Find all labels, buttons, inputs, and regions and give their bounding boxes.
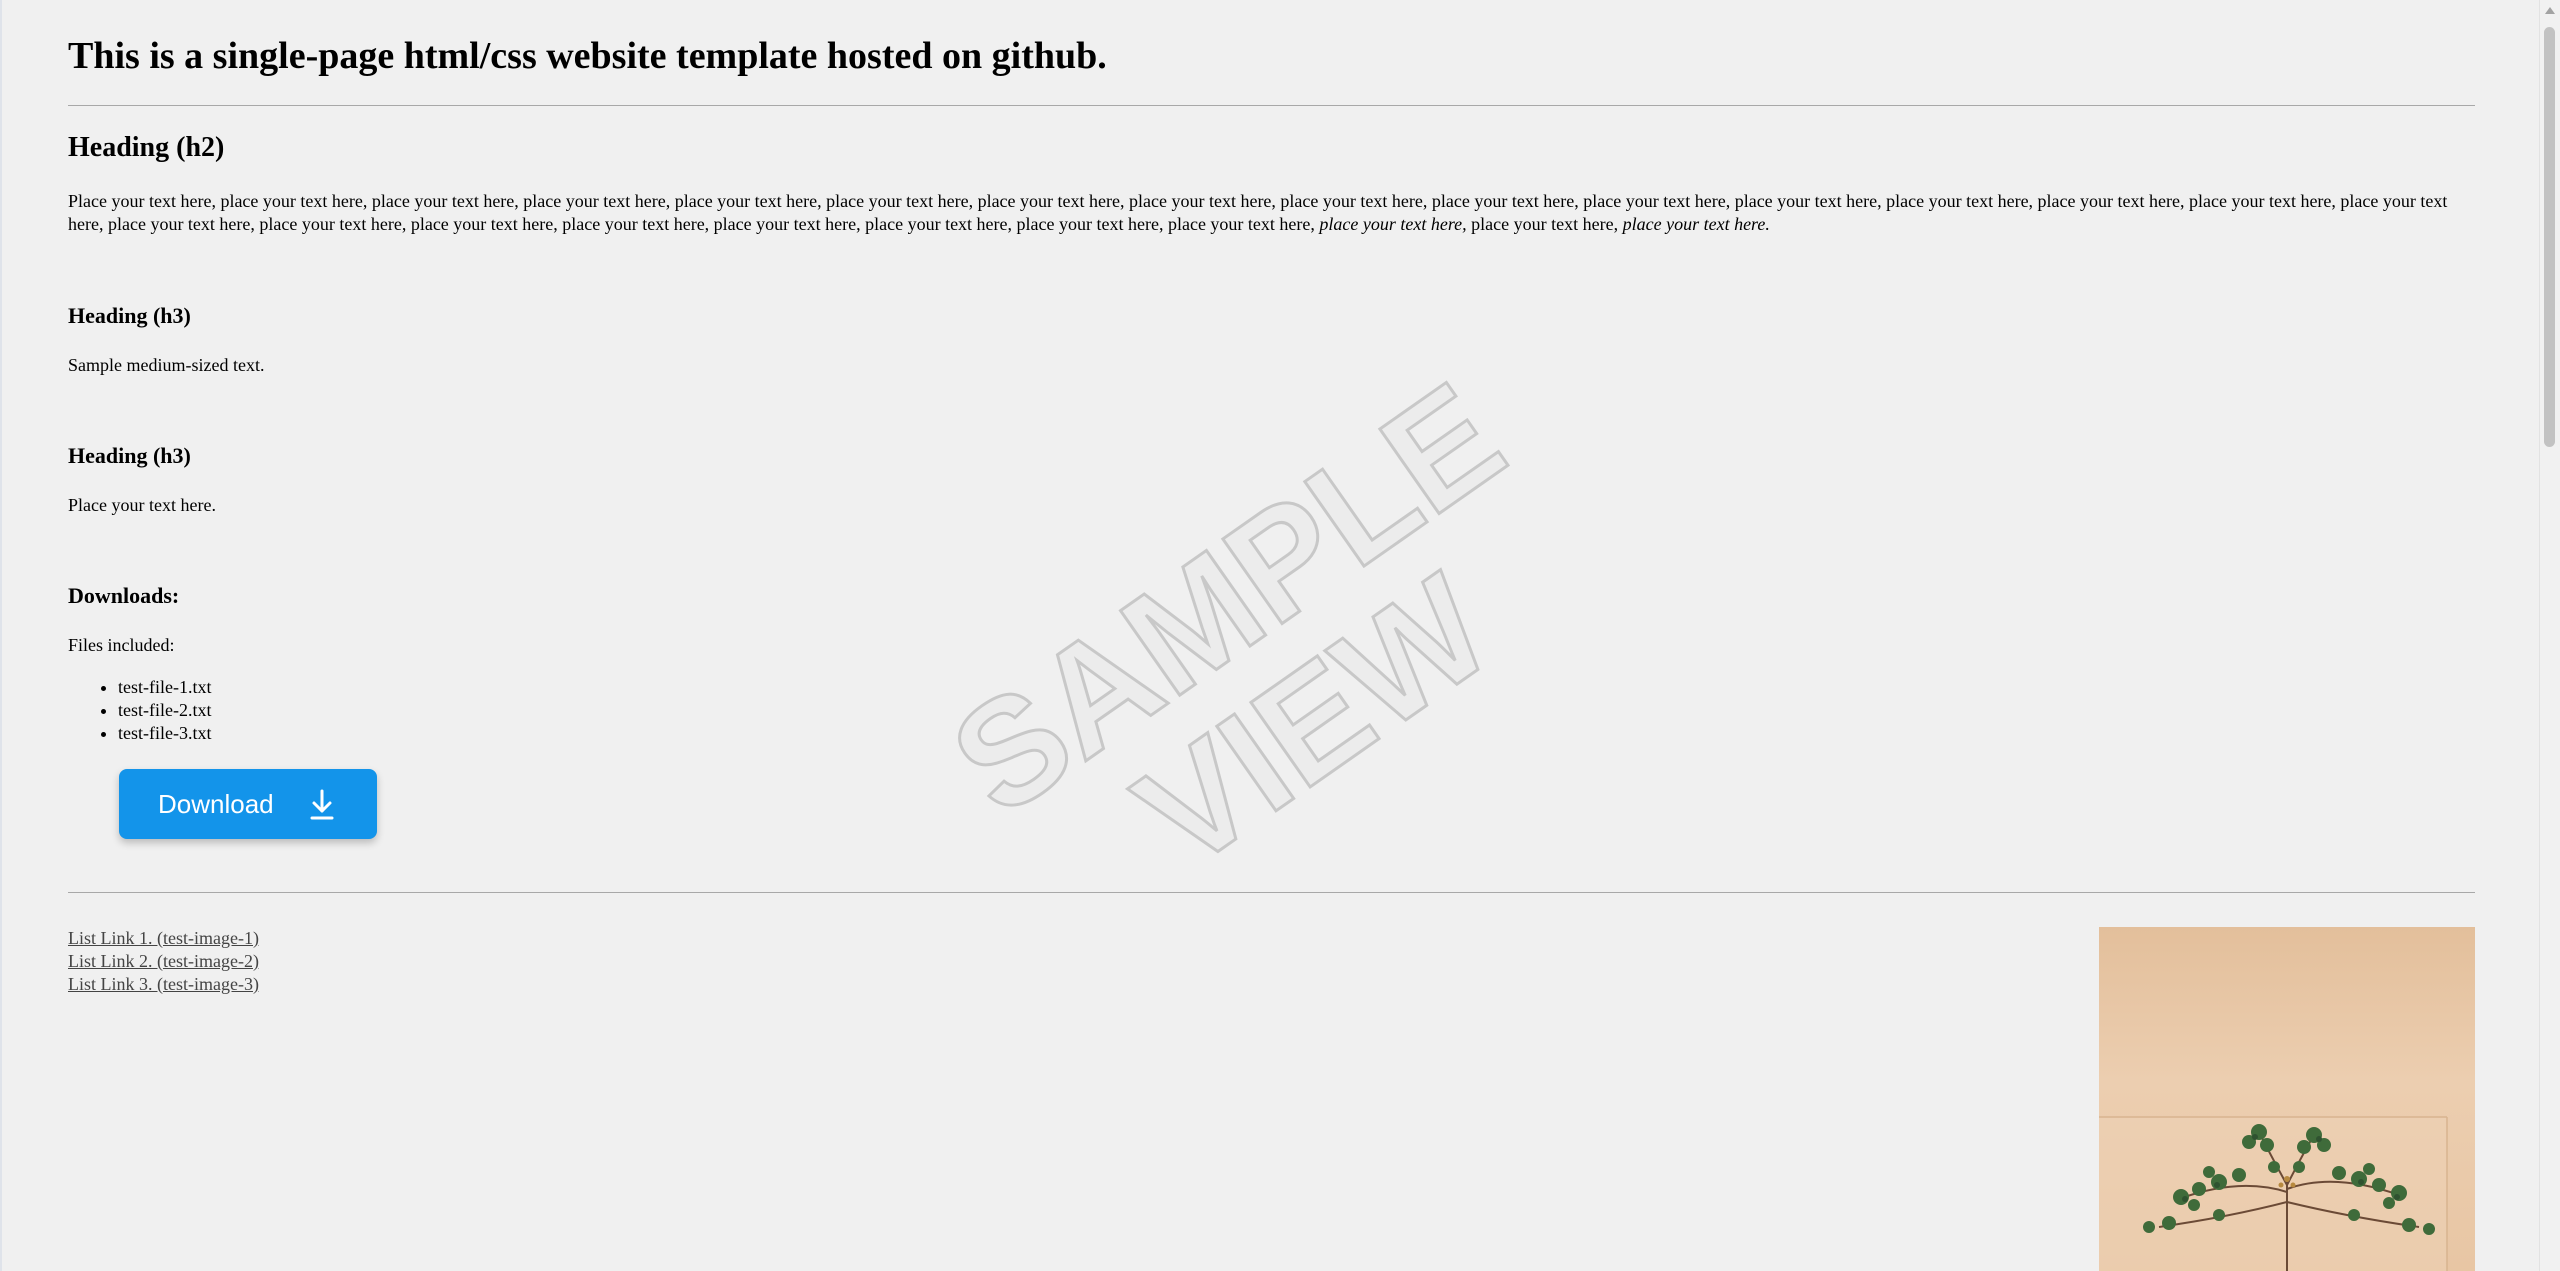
botanical-image [2099, 927, 2475, 1271]
scrollbar-thumb[interactable] [2544, 27, 2555, 447]
middle-divider [68, 892, 2475, 893]
intro-paragraph: Place your text here, place your text he… [68, 190, 2475, 236]
plant-illustration [2099, 1116, 2448, 1271]
downloads-heading: Downloads: [68, 583, 180, 608]
intro-text-2: place your text here, [1471, 214, 1619, 234]
file-list: test-file-1.txt test-file-2.txt test-fil… [68, 676, 211, 745]
section-text-1: Sample medium-sized text. [68, 355, 265, 375]
list-link-1[interactable]: List Link 1. (test-image-1) [68, 927, 259, 950]
vertical-scrollbar[interactable] [2539, 0, 2560, 1271]
section-text-2: Place your text here. [68, 495, 216, 515]
files-included-label: Files included: [68, 635, 175, 655]
file-item: test-file-2.txt [118, 699, 211, 722]
list-link-3[interactable]: List Link 3. (test-image-3) [68, 973, 259, 996]
download-button-label: Download [158, 789, 274, 819]
file-item: test-file-1.txt [118, 676, 211, 699]
intro-text: Place your text here, place your text he… [68, 191, 2448, 234]
list-link-2[interactable]: List Link 2. (test-image-2) [68, 950, 259, 973]
image-links: List Link 1. (test-image-1) List Link 2.… [68, 927, 259, 996]
page-title: This is a single-page html/css website t… [68, 35, 1107, 77]
top-divider [68, 105, 2475, 106]
section-heading-1: Heading (h3) [68, 303, 191, 328]
scroll-up-arrow-icon[interactable] [2545, 7, 2555, 14]
download-arrow-icon [310, 789, 334, 820]
intro-italic-1: place your text here, [1319, 214, 1467, 234]
intro-italic-2: place your text here. [1622, 214, 1770, 234]
page-content: This is a single-page html/css website t… [68, 0, 2475, 1271]
window-left-edge [0, 0, 2, 1271]
file-item: test-file-3.txt [118, 722, 211, 745]
section-heading-2: Heading (h3) [68, 443, 191, 468]
download-button[interactable]: Download [119, 769, 377, 839]
heading-h2: Heading (h2) [68, 132, 225, 163]
